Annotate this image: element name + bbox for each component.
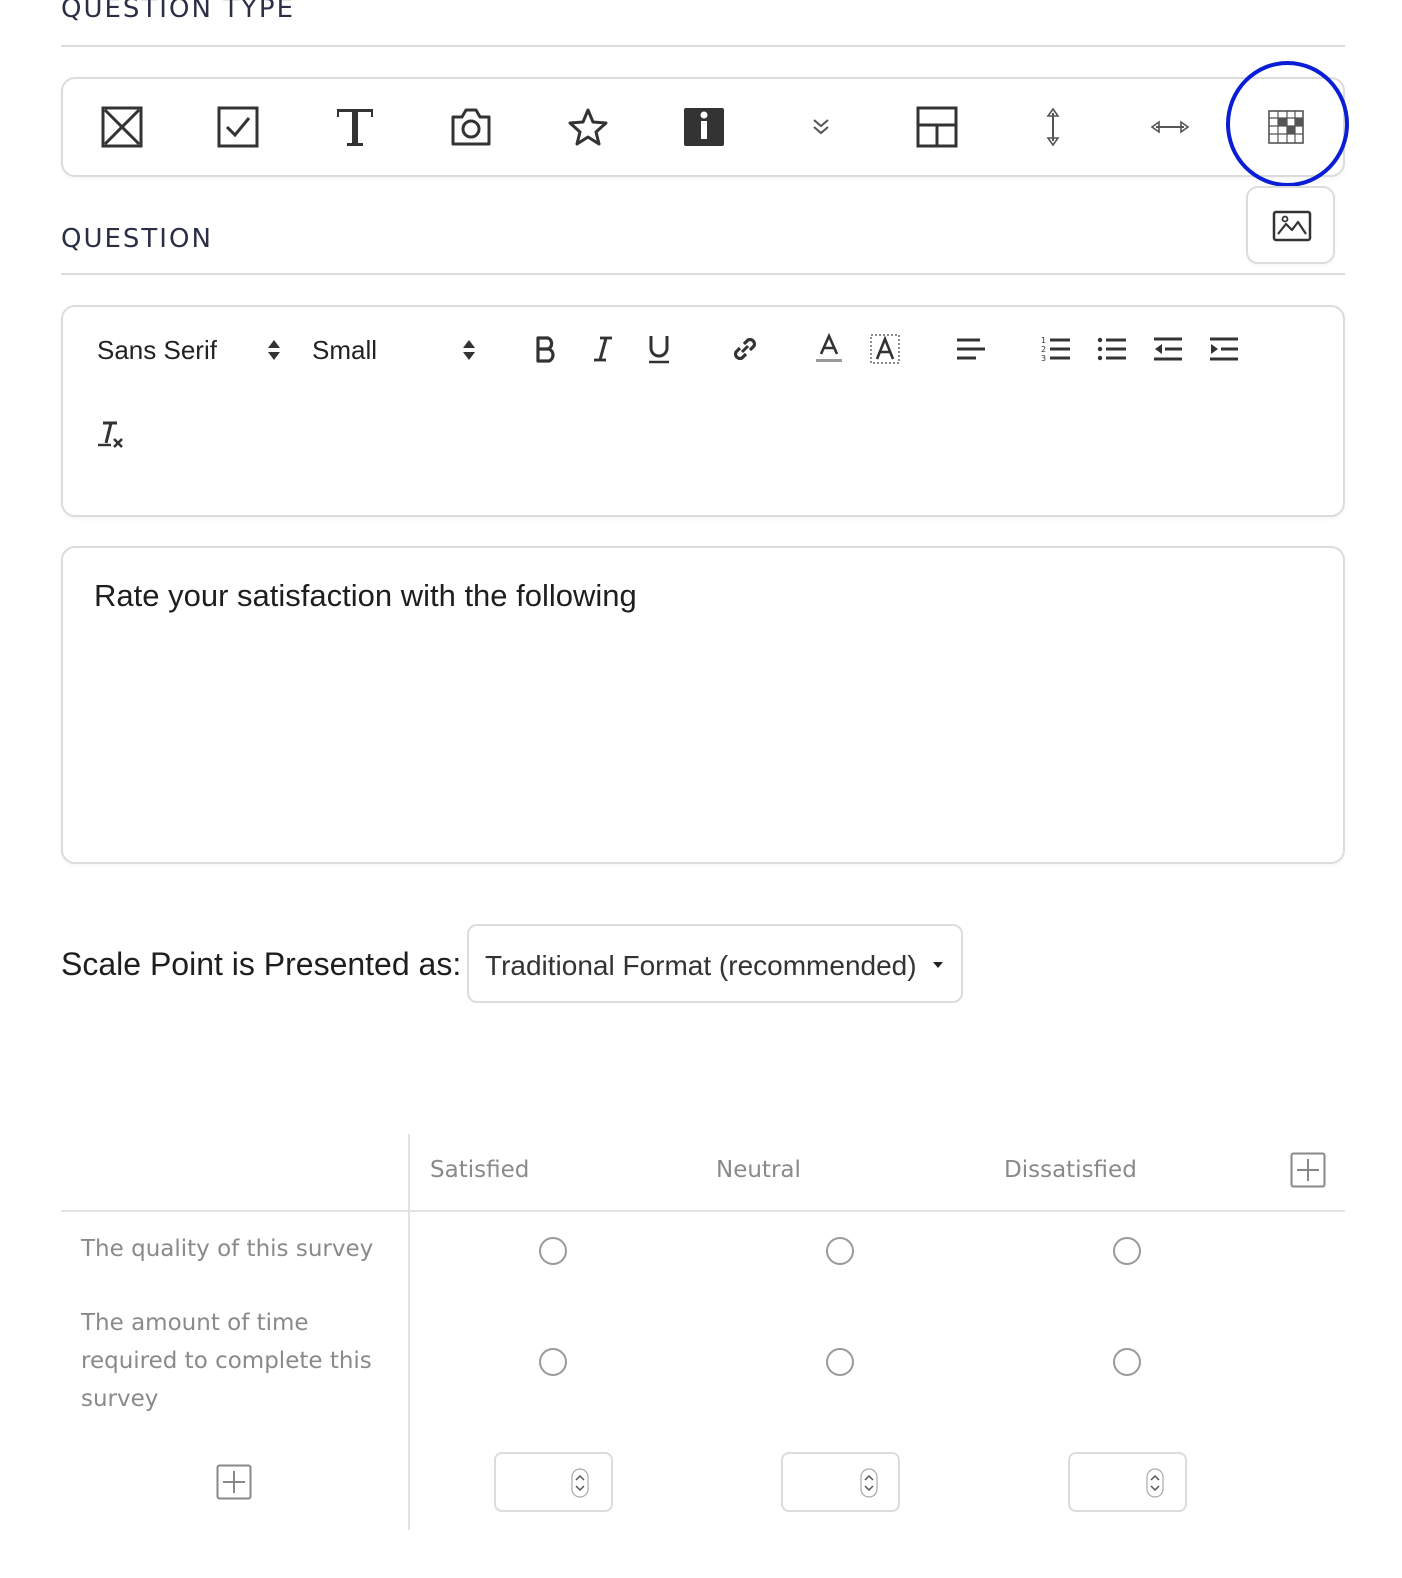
plus-box-icon: [216, 1464, 252, 1500]
text-icon[interactable]: [327, 99, 383, 155]
horizontal-slider-icon[interactable]: [1142, 99, 1198, 155]
layout-icon[interactable]: [909, 99, 965, 155]
font-family-value: Sans Serif: [97, 335, 217, 365]
question-divider: [61, 273, 1345, 275]
bullet-list-icon[interactable]: [1094, 329, 1130, 369]
rich-text-toolbar: Sans Serif Small 1 2 3: [61, 305, 1345, 517]
radio-row1-neutral[interactable]: [826, 1237, 854, 1265]
align-left-icon[interactable]: [953, 329, 989, 369]
radio-row1-satisfied[interactable]: [539, 1237, 567, 1265]
info-icon[interactable]: [676, 99, 732, 155]
outdent-icon[interactable]: [1150, 329, 1186, 369]
checkbox-icon[interactable]: [210, 99, 266, 155]
radio-row1-dissatisfied[interactable]: [1113, 1237, 1141, 1265]
clear-formatting-icon[interactable]: [91, 415, 131, 455]
question-type-toolbar: [61, 77, 1345, 177]
radio-row2-satisfied[interactable]: [539, 1348, 567, 1376]
scale-presentation-dropdown[interactable]: Traditional Format (recommended): [467, 924, 963, 1003]
indent-icon[interactable]: [1206, 329, 1242, 369]
column-header-neutral[interactable]: Neutral: [716, 1157, 801, 1183]
multiple-choice-icon[interactable]: [94, 99, 150, 155]
score-stepper-satisfied[interactable]: [494, 1452, 613, 1512]
radio-row2-dissatisfied[interactable]: [1113, 1348, 1141, 1376]
question-type-divider: [61, 45, 1345, 47]
select-arrows-icon: [268, 340, 280, 360]
column-header-dissatisfied[interactable]: Dissatisfied: [1004, 1157, 1137, 1183]
add-column-button[interactable]: [1290, 1152, 1326, 1193]
font-size-select[interactable]: Small: [312, 331, 482, 369]
background-color-icon[interactable]: [867, 329, 903, 369]
photo-icon[interactable]: [443, 99, 499, 155]
vertical-slider-icon[interactable]: [1025, 99, 1081, 155]
add-row-button[interactable]: [216, 1464, 252, 1505]
scale-presentation-value: Traditional Format (recommended): [485, 950, 917, 981]
image-type-button[interactable]: [1246, 186, 1335, 264]
svg-text:1: 1: [1041, 336, 1046, 345]
question-text-editor[interactable]: Rate your satisfaction with the followin…: [61, 546, 1345, 864]
plus-box-icon: [1290, 1152, 1326, 1188]
score-stepper-neutral[interactable]: [781, 1452, 900, 1512]
link-icon[interactable]: [725, 329, 765, 369]
question-type-heading: QUESTION TYPE: [61, 0, 296, 24]
star-rating-icon[interactable]: [560, 99, 616, 155]
question-heading: QUESTION: [61, 224, 213, 254]
question-text: Rate your satisfaction with the followin…: [94, 578, 637, 613]
row-label-time[interactable]: The amount of time required to complete …: [81, 1304, 381, 1418]
stepper-arrows-icon: [1146, 1468, 1164, 1498]
caret-down-icon: [933, 962, 943, 968]
italic-icon[interactable]: [585, 329, 621, 369]
svg-text:2: 2: [1041, 345, 1046, 354]
column-header-satisfied[interactable]: Satisfied: [430, 1157, 529, 1183]
scale-presentation-label: Scale Point is Presented as:: [61, 946, 462, 982]
font-family-select[interactable]: Sans Serif: [97, 331, 297, 369]
font-size-value: Small: [312, 335, 378, 365]
bold-icon[interactable]: [529, 329, 565, 369]
selection-highlight-ring: [1226, 61, 1349, 187]
stepper-arrows-icon: [571, 1468, 589, 1498]
text-color-icon[interactable]: [811, 329, 847, 369]
dropdown-icon[interactable]: [793, 99, 849, 155]
select-arrows-icon: [463, 340, 475, 360]
stepper-arrows-icon: [860, 1468, 878, 1498]
matrix-vertical-divider: [408, 1134, 410, 1530]
row-label-quality[interactable]: The quality of this survey: [81, 1230, 381, 1268]
underline-icon[interactable]: [641, 329, 677, 369]
matrix-header-divider: [61, 1210, 1345, 1212]
image-icon: [1272, 210, 1312, 247]
ordered-list-icon[interactable]: 1 2 3: [1038, 329, 1074, 369]
radio-row2-neutral[interactable]: [826, 1348, 854, 1376]
score-stepper-dissatisfied[interactable]: [1068, 1452, 1187, 1512]
svg-text:3: 3: [1041, 354, 1046, 363]
